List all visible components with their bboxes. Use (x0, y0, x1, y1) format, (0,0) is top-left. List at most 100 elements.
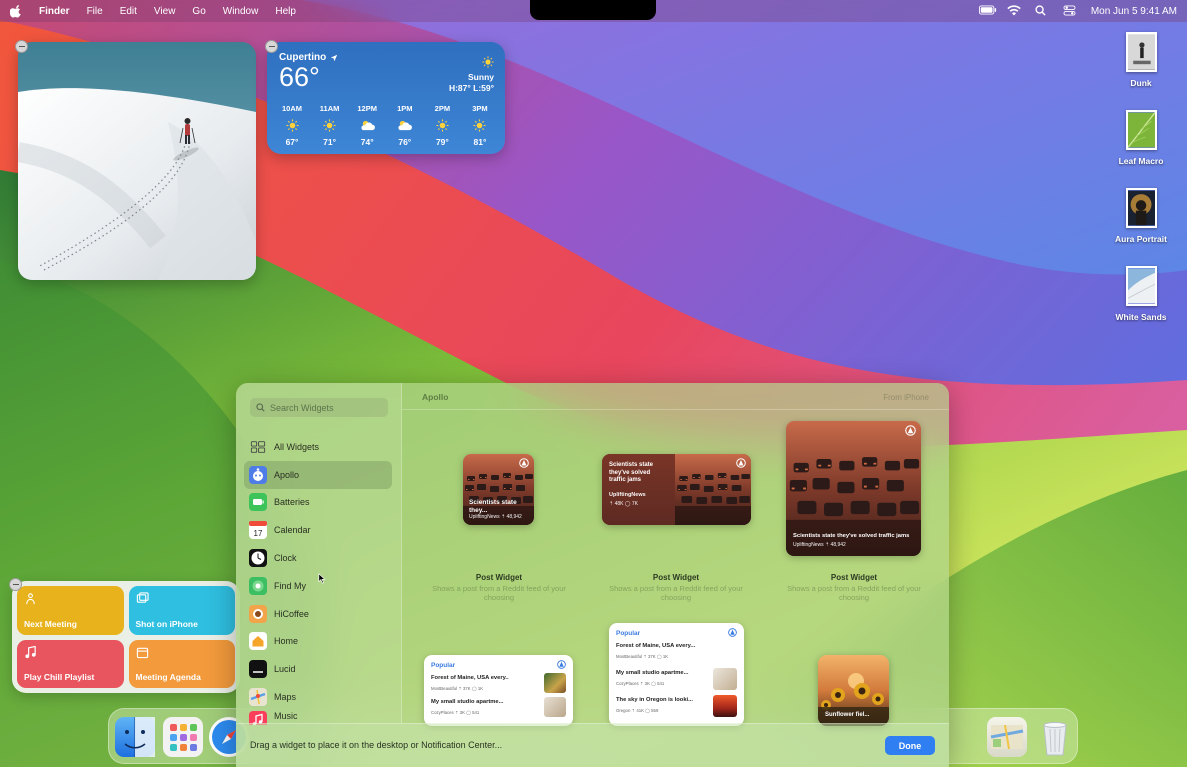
shortcut-tile[interactable]: Play Chill Playlist (17, 639, 124, 688)
sidebar-item-label: Music (274, 710, 298, 721)
shortcut-label: Play Chill Playlist (24, 672, 95, 682)
weather-widget[interactable]: Cupertino 66° Sunny H:87° L:59° 10AM 67° 1… (267, 42, 505, 154)
menu-view[interactable]: View (154, 6, 176, 17)
shortcut-tile[interactable]: Next Meeting (17, 586, 124, 635)
widget-caption-title: Post Widget (652, 573, 700, 582)
music-note-icon (24, 645, 117, 661)
sidebar-item-batteries[interactable]: Batteries (244, 489, 392, 517)
hourly-forecast: 10AM 67° 11AM 71° 12PM 74° 1PM 76° 2PM 79° 3PM 81° (277, 104, 495, 147)
dock-finder-icon[interactable] (115, 717, 155, 757)
apollo-logo-icon (736, 458, 746, 468)
snow-hiker-photo (18, 42, 256, 280)
hourly-forecast-item: 11AM 71° (315, 104, 345, 147)
search-input[interactable] (270, 402, 380, 413)
remove-widget-button[interactable] (9, 578, 22, 591)
weather-condition-block: Sunny H:87° L:59° (449, 56, 494, 94)
control-center-icon[interactable] (1063, 5, 1077, 17)
menu-window[interactable]: Window (223, 6, 259, 17)
menu-go[interactable]: Go (192, 6, 205, 17)
photo-widget[interactable] (18, 42, 256, 280)
popular-row-thumbnail (544, 673, 566, 693)
photo-widget-sunflower[interactable]: Sunflower fiel... (818, 655, 889, 726)
desktop-file-white-sands[interactable]: White Sands (1106, 266, 1176, 322)
hour-label: 2PM (434, 104, 451, 113)
popular-row-title: My small studio apartme... (616, 670, 689, 676)
post-widget-medium[interactable]: Scientists state they've solved traffic … (602, 454, 751, 525)
dock-trash-icon[interactable] (1035, 717, 1075, 757)
sidebar-item-hicoffee[interactable]: HiCoffee (244, 600, 392, 628)
search-field[interactable] (250, 398, 388, 417)
popular-row-thumbnail (713, 668, 737, 690)
sidebar-item-clock[interactable]: Clock (244, 544, 392, 572)
popular-widget-large[interactable]: Popular Forest of Maine, USA every... Mo… (609, 623, 744, 726)
popular-row-meta: CozyPlaces ⇡ 3K ◯ 541 (431, 710, 480, 715)
calendar-icon: 17 (249, 521, 267, 540)
calendar-icon (136, 646, 229, 661)
post-meta: UpliftingNews ⇡ 48,942 (469, 514, 522, 520)
sidebar-item-calendar[interactable]: 17 Calendar (244, 516, 392, 544)
hourly-forecast-item: 12PM 74° (352, 104, 382, 147)
menu-edit[interactable]: Edit (120, 6, 137, 17)
sidebar-item-home[interactable]: Home (244, 628, 392, 656)
widget-caption-description: Shows a post from a Reddit feed of your … (609, 584, 743, 602)
menu-help[interactable]: Help (275, 6, 296, 17)
post-widget-large[interactable]: Scientists state they've solved traffic … (786, 421, 921, 556)
hour-temperature: 74° (360, 137, 374, 147)
search-icon (256, 403, 265, 412)
lucid-icon (249, 660, 267, 679)
sidebar-item-lucid[interactable]: Lucid (244, 655, 392, 683)
done-button[interactable]: Done (885, 736, 935, 755)
desktop-file-dunk[interactable]: Dunk (1106, 32, 1176, 88)
desktop-file-leaf-macro[interactable]: Leaf Macro (1106, 110, 1176, 166)
sun-icon (482, 56, 494, 68)
leaf-macro-thumbnail (1125, 110, 1157, 150)
sidebar-item-label: Find My (274, 580, 307, 591)
search-icon[interactable] (1035, 5, 1049, 17)
popular-row[interactable]: My small studio apartme... CozyPlaces ⇡ … (616, 668, 737, 692)
popular-row-title: My small studio apartme... (431, 699, 504, 705)
battery-icon[interactable] (978, 5, 996, 17)
weather-condition: Sunny (468, 72, 494, 82)
shortcut-tile[interactable]: Meeting Agenda (128, 639, 235, 688)
popular-header: Popular (616, 630, 641, 637)
popular-row-meta: MostBeautiful ⇡ 37K ◯ 1K (616, 654, 669, 659)
dock-launchpad-icon[interactable] (163, 717, 203, 757)
sidebar-item-all-widgets[interactable]: All Widgets (244, 433, 392, 461)
popular-row[interactable]: My small studio apartme... CozyPlaces ⇡ … (431, 697, 566, 721)
post-meta: UpliftingNews ⇡ 48,942 (793, 542, 846, 548)
desktop-file-label: Dunk (1130, 78, 1152, 88)
white-sands-thumbnail (1125, 266, 1157, 306)
shortcut-label: Next Meeting (24, 618, 77, 629)
sidebar-item-apollo[interactable]: Apollo (244, 460, 392, 489)
popular-row[interactable]: Forest of Maine, USA every... MostBeauti… (616, 641, 737, 665)
hicoffee-icon (249, 604, 267, 623)
popular-widget-medium[interactable]: Popular Forest of Maine, USA every... Mo… (424, 655, 573, 726)
popular-row-thumbnail (713, 695, 737, 717)
popular-row[interactable]: The sky in Oregon is looki... Oregon ⇡ 4… (616, 695, 737, 719)
from-iphone-label[interactable]: From iPhone (883, 393, 929, 402)
shortcut-tile[interactable]: Shot on iPhone (128, 586, 235, 635)
hour-label: 11AM (319, 104, 340, 113)
hourly-forecast-item: 2PM 79° (427, 104, 457, 147)
hour-temperature: 79° (435, 137, 449, 147)
apple-logo-icon[interactable] (9, 4, 22, 18)
person-wave-icon (24, 592, 117, 607)
apollo-logo-icon (557, 660, 566, 669)
post-widget-small[interactable]: Scientists state they... UpliftingNews ⇡… (463, 454, 534, 525)
apollo-icon (249, 465, 267, 484)
desktop-file-aura-portrait[interactable]: Aura Portrait (1106, 188, 1176, 244)
sun-icon (277, 116, 307, 134)
remove-widget-button[interactable] (15, 40, 28, 53)
menu-app-name[interactable]: Finder (39, 6, 70, 17)
camera-notch (530, 0, 656, 20)
popular-header: Popular (431, 662, 456, 669)
sidebar-item-maps[interactable]: Maps (244, 683, 392, 711)
menu-file[interactable]: File (87, 6, 103, 17)
menu-datetime[interactable]: Mon Jun 5 9:41 AM (1091, 6, 1177, 17)
popular-row[interactable]: Forest of Maine, USA every... MostBeauti… (431, 673, 566, 697)
sidebar-item-label: Apollo (274, 469, 300, 480)
remove-widget-button[interactable] (265, 40, 278, 53)
dock-maps-icon[interactable] (987, 717, 1027, 757)
hour-temperature: 76° (398, 137, 412, 147)
wifi-icon[interactable] (1007, 5, 1021, 17)
